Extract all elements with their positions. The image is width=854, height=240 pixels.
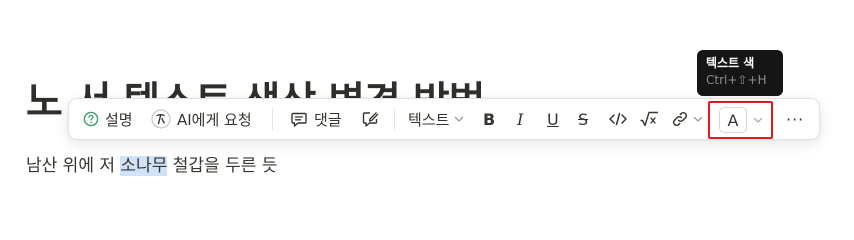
body-text-after: 철갑을 두른 듯 — [167, 156, 278, 176]
text-type-dropdown[interactable]: 텍스트 — [408, 99, 465, 139]
toolbar-divider — [394, 108, 395, 130]
body-text-before: 남산 위에 저 — [26, 156, 121, 176]
edit-comment-button[interactable] — [361, 99, 379, 139]
code-button[interactable] — [608, 99, 628, 139]
math-equation-button[interactable] — [639, 99, 659, 139]
chevron-down-icon — [455, 116, 464, 122]
strikethrough-button[interactable]: S — [578, 99, 588, 139]
italic-button[interactable]: I — [517, 99, 523, 139]
selected-text[interactable]: 소나무 — [120, 156, 168, 176]
body-paragraph[interactable]: 남산 위에 저 소나무 철갑을 두른 듯 — [26, 154, 277, 178]
text-type-label: 텍스트 — [408, 110, 450, 129]
ask-ai-button[interactable]: AI에게 요청 — [151, 99, 252, 139]
comment-label: 댓글 — [314, 110, 342, 129]
annotation-highlight-box — [708, 101, 773, 139]
link-button[interactable] — [671, 99, 704, 139]
underline-button[interactable]: U — [547, 99, 559, 139]
comment-icon — [291, 112, 307, 127]
ai-pen-icon — [151, 109, 171, 129]
bold-button[interactable]: B — [483, 99, 495, 139]
link-icon — [672, 111, 688, 127]
more-options-button[interactable]: ··· — [786, 99, 804, 139]
toolbar-divider — [272, 108, 273, 130]
comment-button[interactable]: 댓글 — [290, 99, 342, 139]
edit-comment-icon — [362, 112, 379, 127]
code-icon — [609, 112, 627, 126]
chevron-down-icon — [693, 116, 703, 122]
question-circle-icon — [83, 111, 99, 127]
tooltip-shortcut: Ctrl+⇧+H — [706, 73, 767, 87]
ask-ai-label: AI에게 요청 — [177, 110, 252, 129]
tooltip-title: 텍스트 색 — [706, 56, 755, 70]
explain-label: 설명 — [105, 110, 133, 129]
math-sqrt-icon — [640, 111, 658, 127]
explain-button[interactable]: 설명 — [83, 99, 133, 139]
tooltip: 텍스트 색 Ctrl+⇧+H — [697, 50, 783, 96]
